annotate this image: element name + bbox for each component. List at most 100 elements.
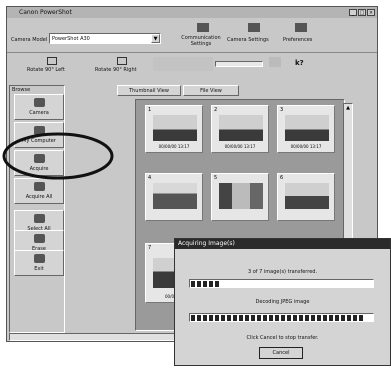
disabled-toolbar-group: [153, 57, 213, 71]
tab-file-view[interactable]: File View: [183, 85, 239, 96]
decoding-status-text: Decoding JPEG image: [255, 299, 310, 305]
sidebar: Browse Camera My Computer Acquire Acquir…: [9, 85, 65, 333]
progress-segment: [269, 315, 273, 321]
zoom-slider[interactable]: [215, 61, 263, 67]
horizontal-scrollbar[interactable]: [9, 333, 179, 341]
camera-model-select[interactable]: PowerShot A30 ▼: [49, 33, 161, 44]
progress-segment: [215, 315, 219, 321]
window-title: Canon PowerShot: [19, 9, 72, 16]
view-icon[interactable]: [269, 57, 281, 67]
communication-settings-icon: [197, 23, 209, 32]
thumbnail-number: 5: [214, 175, 218, 181]
rotate-right-icon: [117, 57, 127, 65]
progress-segment: [203, 281, 207, 287]
thumbnail-number: 6: [280, 175, 284, 181]
progress-segment: [191, 281, 195, 287]
tab-thumbnail-view[interactable]: Thumbnail View: [117, 85, 181, 96]
progress-segment: [281, 315, 285, 321]
maximize-button[interactable]: □: [358, 9, 366, 16]
preferences-button[interactable]: Preferences: [283, 37, 312, 43]
progress-segment: [233, 315, 237, 321]
progress-segment: [245, 315, 249, 321]
progress-segment: [305, 315, 309, 321]
thumbnail-number: 2: [214, 107, 218, 113]
decoding-progress-bar: [189, 313, 374, 322]
close-button[interactable]: ×: [367, 9, 375, 16]
thumbnail-number: 7: [148, 245, 152, 251]
preferences-icon: [295, 23, 307, 32]
photo-image: [219, 183, 263, 209]
photo-image: [285, 115, 329, 141]
camera-button[interactable]: Camera: [14, 94, 64, 120]
camera-icon: [34, 98, 45, 107]
progress-segment: [299, 315, 303, 321]
erase-icon: [34, 234, 45, 243]
thumbnail-item[interactable]: 6: [277, 173, 335, 221]
progress-segment: [209, 281, 213, 287]
cancel-hint-text: Click Cancel to stop transfer.: [246, 335, 319, 341]
window-titlebar[interactable]: Canon PowerShot: [7, 7, 377, 18]
progress-segment: [347, 315, 351, 321]
exit-label: Exit: [34, 266, 44, 272]
thumbnail-number: 3: [280, 107, 284, 113]
scroll-up-icon[interactable]: ▲: [345, 105, 351, 111]
camera-settings-icon: [248, 23, 260, 32]
acquiring-dialog: Acquiring Image(s) 3 of 7 image(s) trans…: [174, 238, 391, 366]
highlight-ellipse: [2, 132, 114, 180]
communication-settings-button[interactable]: Communication Settings: [171, 35, 231, 47]
exit-icon: [34, 254, 45, 263]
progress-segment: [287, 315, 291, 321]
progress-segment: [323, 315, 327, 321]
toolbar-divider: [7, 52, 377, 53]
thumbnail-number: 1: [148, 107, 152, 113]
progress-segment: [311, 315, 315, 321]
progress-segment: [227, 315, 231, 321]
progress-segment: [335, 315, 339, 321]
thumbnail-item[interactable]: 1 00/00/00 13:17: [145, 105, 203, 153]
camera-model-label: Camera Model: [11, 37, 48, 43]
progress-segment: [317, 315, 321, 321]
help-button[interactable]: k?: [295, 59, 304, 67]
progress-segment: [275, 315, 279, 321]
thumbnail-item[interactable]: 3 00/00/00 13:17: [277, 105, 335, 153]
dialog-titlebar[interactable]: Acquiring Image(s): [175, 239, 390, 249]
progress-segment: [239, 315, 243, 321]
sidebar-header: Browse: [12, 87, 31, 93]
photo-image: [153, 183, 197, 209]
progress-segment: [353, 315, 357, 321]
camera-label: Camera: [29, 110, 49, 116]
thumbnail-number: 4: [148, 175, 152, 181]
progress-segment: [263, 315, 267, 321]
exit-button[interactable]: Exit: [14, 250, 64, 276]
photo-image: [219, 115, 263, 141]
photo-image: [285, 183, 329, 209]
progress-segment: [329, 315, 333, 321]
cancel-button[interactable]: Cancel: [259, 347, 303, 359]
minimize-button[interactable]: _: [349, 9, 357, 16]
progress-segment: [293, 315, 297, 321]
transfer-progress-bar: [189, 279, 374, 288]
progress-segment: [251, 315, 255, 321]
progress-segment: [215, 281, 219, 287]
progress-segment: [191, 315, 195, 321]
rotate-right-button[interactable]: Rotate 90° Right: [95, 67, 137, 73]
thumbnail-item[interactable]: 5: [211, 173, 269, 221]
progress-segment: [197, 281, 201, 287]
thumbnail-date: 00/00/00 13:17: [158, 144, 190, 149]
progress-segment: [203, 315, 207, 321]
photo-image: [153, 115, 197, 141]
progress-segment: [209, 315, 213, 321]
chevron-down-icon[interactable]: ▼: [151, 34, 160, 43]
rotate-left-icon: [47, 57, 57, 65]
progress-segment: [341, 315, 345, 321]
thumbnail-item[interactable]: 2 00/00/00 13:17: [211, 105, 269, 153]
rotate-left-button[interactable]: Rotate 90° Left: [27, 67, 65, 73]
progress-segment: [197, 315, 201, 321]
thumbnail-item[interactable]: 4: [145, 173, 203, 221]
camera-model-value: PowerShot A30: [52, 36, 90, 42]
progress-segment: [257, 315, 261, 321]
transfer-status-text: 3 of 7 image(s) transferred.: [247, 269, 318, 275]
camera-settings-button[interactable]: Camera Settings: [227, 37, 269, 43]
acquire-all-label: Acquire All: [25, 194, 53, 200]
thumbnail-date: 00/00/00 13:17: [290, 144, 322, 149]
